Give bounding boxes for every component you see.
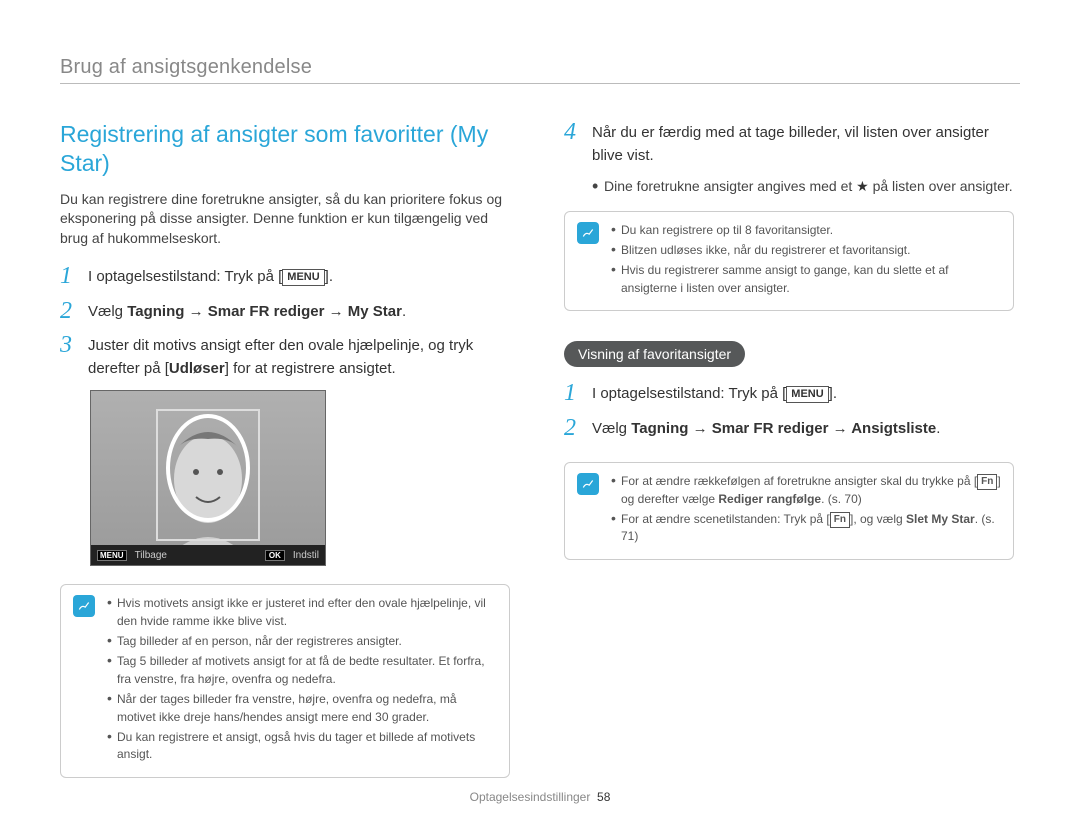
left-column: Registrering af ansigter som favoritter … — [60, 120, 510, 778]
note-box: For at ændre rækkefølgen af foretrukne a… — [564, 462, 1014, 560]
bullet-item: Dine foretrukne ansigter angives med et … — [592, 177, 1014, 197]
note-item: Blitzen udløses ikke, når du registrerer… — [611, 242, 1001, 259]
right-column: 4 Når du er færdig med at tage billeder,… — [564, 120, 1014, 778]
step-body: I optagelsestilstand: Tryk på [MENU]. — [88, 264, 333, 289]
note-icon — [577, 473, 599, 495]
text: ] for at registrere ansigtet. — [225, 360, 396, 377]
note-item: Hvis du registrerer samme ansigt to gang… — [611, 262, 1001, 297]
ok-label-icon: OK — [265, 550, 285, 561]
note-item: Du kan registrere et ansigt, også hvis d… — [107, 729, 497, 764]
step-1: 1 I optagelsestilstand: Tryk på [MENU]. — [60, 264, 510, 289]
step-body: Juster dit motivs ansigt efter den ovale… — [88, 333, 510, 380]
r-step-2: 2 Vælg Tagning → Smar FR rediger → Ansig… — [564, 416, 1014, 441]
note-item: Tag billeder af en person, når der regis… — [107, 633, 497, 650]
text: ]. — [325, 268, 333, 285]
text: ], og vælg — [850, 512, 906, 526]
page-footer: Optagelsesindstillinger 58 — [60, 790, 1020, 804]
step-3: 3 Juster dit motivs ansigt efter den ova… — [60, 333, 510, 380]
step-number: 2 — [564, 416, 582, 440]
note-item: Tag 5 billeder af motivets ansigt for at… — [107, 653, 497, 688]
oval-guide — [166, 414, 250, 522]
subsection-pill: Visning af favoritansigter — [564, 341, 745, 367]
text: For at ændre rækkefølgen af foretrukne a… — [621, 474, 977, 488]
back-label: Tilbage — [135, 550, 167, 561]
text: . — [936, 420, 940, 437]
text: . (s. 70) — [821, 492, 862, 506]
star-icon: ★ — [856, 178, 869, 194]
step-number: 2 — [60, 299, 78, 323]
figure-footer-bar: MENU Tilbage OK Indstil — [91, 545, 325, 565]
page-header: Brug af ansigtsgenkendelse — [60, 56, 1020, 84]
note-item: Hvis motivets ansigt ikke er justeret in… — [107, 595, 497, 630]
menu-key-icon: MENU — [282, 269, 324, 286]
text: . — [402, 303, 406, 320]
text: I optagelsestilstand: Tryk på [ — [592, 385, 786, 402]
text: på listen over ansigter. — [869, 178, 1013, 194]
note-item: Du kan registrere op til 8 favoritansigt… — [611, 222, 1001, 239]
shutter-key: Udløser — [169, 360, 225, 377]
text: Vælg — [592, 420, 631, 437]
text: I optagelsestilstand: Tryk på [ — [88, 268, 282, 285]
note-icon — [73, 595, 95, 617]
step-number: 3 — [60, 333, 78, 357]
step-4-bullets: Dine foretrukne ansigter angives med et … — [564, 177, 1014, 197]
text: Vælg — [88, 303, 127, 320]
set-label: Indstil — [293, 550, 319, 561]
step-number: 4 — [564, 120, 582, 144]
note-box: Du kan registrere op til 8 favoritansigt… — [564, 211, 1014, 312]
step-number: 1 — [60, 264, 78, 288]
camera-preview-figure: MENU Tilbage OK Indstil — [90, 390, 326, 566]
text: For at ændre scenetilstanden: Tryk på [ — [621, 512, 830, 526]
note-list: Hvis motivets ansigt ikke er justeret in… — [107, 595, 497, 767]
step-body: Når du er færdig med at tage billeder, v… — [592, 120, 1014, 167]
note-item: For at ændre rækkefølgen af foretrukne a… — [611, 473, 1001, 508]
r-step-1: 1 I optagelsestilstand: Tryk på [MENU]. — [564, 381, 1014, 406]
text: ]. — [829, 385, 837, 402]
footer-label: Optagelsesindstillinger — [470, 790, 591, 804]
step-number: 1 — [564, 381, 582, 405]
step-body: I optagelsestilstand: Tryk på [MENU]. — [592, 381, 837, 406]
bold: Slet My Star — [906, 512, 975, 526]
text: Dine foretrukne ansigter angives med et — [604, 178, 856, 194]
section-title: Registrering af ansigter som favoritter … — [60, 120, 510, 178]
menu-path: Tagning → Smar FR rediger → Ansigtsliste — [631, 420, 936, 437]
fn-key-icon: Fn — [830, 512, 850, 528]
step-2: 2 Vælg Tagning → Smar FR rediger → My St… — [60, 299, 510, 324]
step-body: Vælg Tagning → Smar FR rediger → My Star… — [88, 299, 406, 324]
two-column-layout: Registrering af ansigter som favoritter … — [60, 120, 1020, 778]
step-4: 4 Når du er færdig med at tage billeder,… — [564, 120, 1014, 167]
step-body: Vælg Tagning → Smar FR rediger → Ansigts… — [592, 416, 940, 441]
menu-key-icon: MENU — [786, 386, 828, 403]
page-number: 58 — [597, 790, 610, 804]
menu-path: Tagning → Smar FR rediger → My Star — [127, 303, 402, 320]
note-box: Hvis motivets ansigt ikke er justeret in… — [60, 584, 510, 778]
note-item: For at ændre scenetilstanden: Tryk på [F… — [611, 511, 1001, 546]
note-item: Når der tages billeder fra venstre, højr… — [107, 691, 497, 726]
bold: Rediger rangfølge — [718, 492, 821, 506]
note-icon — [577, 222, 599, 244]
fn-key-icon: Fn — [977, 474, 997, 490]
section-intro: Du kan registrere dine foretrukne ansigt… — [60, 190, 510, 249]
note-list: Du kan registrere op til 8 favoritansigt… — [611, 222, 1001, 301]
note-list: For at ændre rækkefølgen af foretrukne a… — [611, 473, 1001, 549]
menu-label-icon: MENU — [97, 550, 127, 561]
